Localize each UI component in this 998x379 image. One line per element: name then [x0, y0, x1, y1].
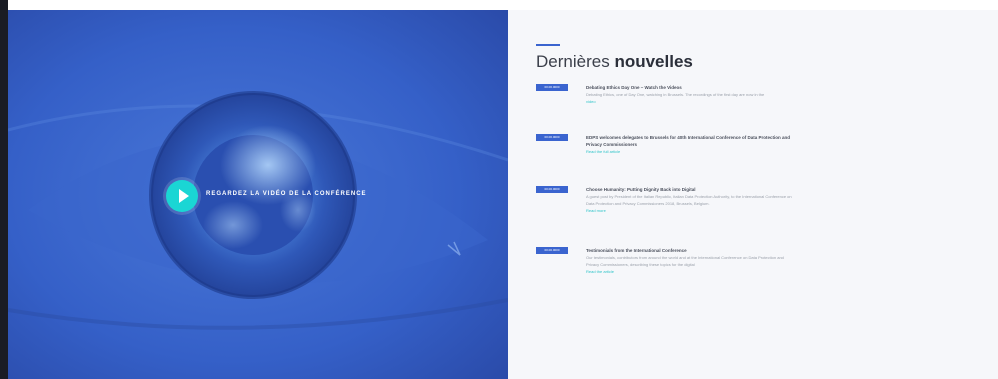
news-title-link[interactable]: EDPS welcomes delegates to Brussels for …	[586, 134, 796, 148]
news-title-link[interactable]: Testimonials from the International Conf…	[586, 247, 796, 254]
heading-accent-rule	[536, 44, 560, 46]
news-excerpt: A guest post by President of the Italian…	[586, 194, 792, 206]
news-read-more-link[interactable]: Read more	[586, 207, 796, 214]
latest-news-panel: Dernières nouvelles 00.00.0000 Debating …	[508, 10, 998, 379]
news-read-more-link[interactable]: Read the article	[586, 268, 796, 275]
news-heading-light: Dernières	[536, 52, 610, 71]
play-icon	[178, 189, 189, 203]
news-read-more-link[interactable]: Read the full article	[586, 148, 796, 155]
hero-video-panel[interactable]: Regardez la vidéo de la conférence	[8, 10, 508, 379]
news-date-badge: 00.00.0000	[536, 186, 568, 193]
news-title-link[interactable]: Debating Ethics Day One – Watch the Vide…	[586, 84, 796, 91]
news-excerpt: Our testimonials, contributors from arou…	[586, 255, 784, 267]
window-left-frame	[0, 0, 8, 379]
news-heading: Dernières nouvelles	[536, 52, 693, 72]
news-title-link[interactable]: Choose Humanity: Putting Dignity Back in…	[586, 186, 796, 193]
news-read-more-link[interactable]: video	[586, 98, 796, 105]
news-heading-bold: nouvelles	[614, 52, 693, 71]
play-video-label[interactable]: Regardez la vidéo de la conférence	[206, 191, 367, 197]
news-excerpt: Debating Ethics, one of Day One, watchin…	[586, 92, 765, 97]
play-video-button[interactable]	[166, 180, 198, 212]
news-date-badge: 00.00.0000	[536, 84, 568, 91]
news-date-badge: 00.00.0000	[536, 247, 568, 254]
news-date-badge: 00.00.0000	[536, 134, 568, 141]
